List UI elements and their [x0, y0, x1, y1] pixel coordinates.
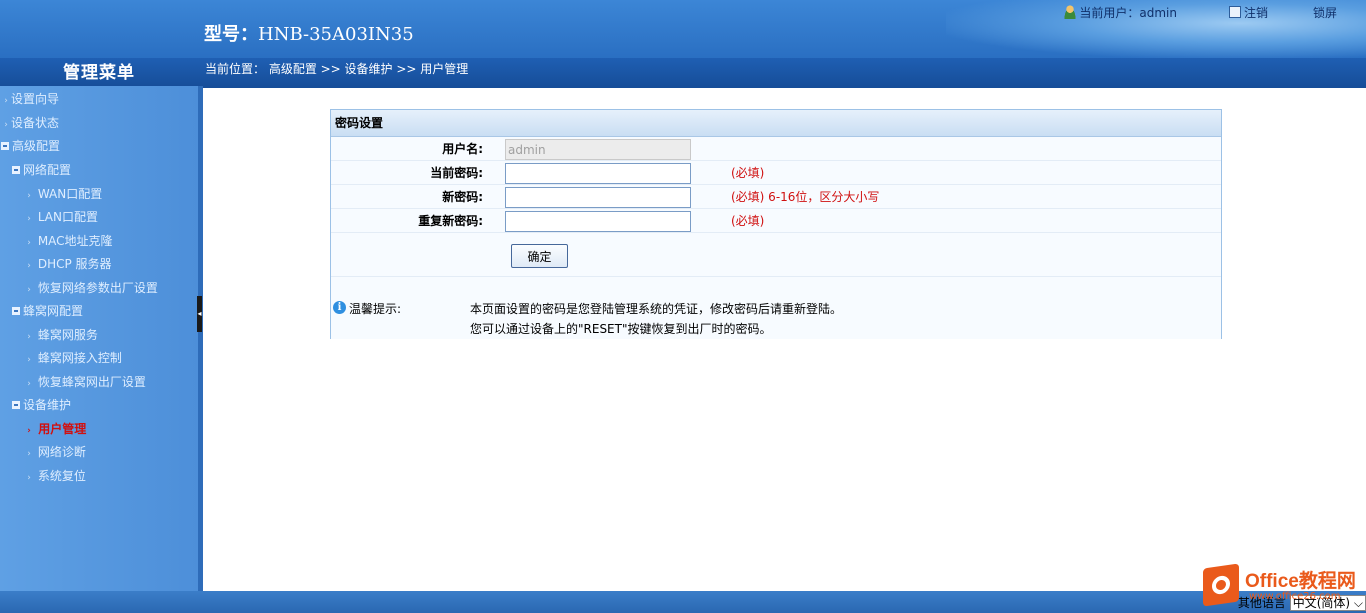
sidebar-item-dhcp-server[interactable]: › DHCP 服务器: [0, 253, 111, 275]
repeat-password-row: 重复新密码: (必填): [331, 209, 1221, 233]
watermark: Office教程网 www.office26.com: [1203, 563, 1363, 607]
lock-screen-link[interactable]: 锁屏: [1313, 4, 1337, 21]
arrow-right-icon: ›: [27, 238, 31, 248]
arrow-right-icon: ›: [27, 379, 31, 389]
sidebar-item-device-maintenance[interactable]: 设备维护: [0, 394, 71, 416]
panel-title: 密码设置: [331, 110, 1221, 137]
model-value: HNB-35A03IN35: [258, 24, 414, 45]
repeat-password-input[interactable]: [505, 211, 691, 232]
arrow-right-icon: ›: [27, 332, 31, 342]
watermark-brand: Office教程网: [1245, 571, 1356, 592]
collapse-icon: [12, 401, 20, 409]
arrow-right-icon: ›: [27, 191, 31, 201]
top-header: 型号：HNB-35A03IN35 当前用户：admin 注销 锁屏: [0, 0, 1366, 58]
tips-section: i 温馨提示: 本页面设置的密码是您登陆管理系统的凭证，修改密码后请重新登陆。 …: [331, 277, 1221, 339]
username-row: 用户名:: [331, 137, 1221, 161]
breadcrumb: 当前位置： 高级配置 >> 设备维护 >> 用户管理: [205, 62, 469, 76]
footer-bar: 其他语言 中文(简体) ⌵: [0, 591, 1366, 613]
current-password-label: 当前密码:: [430, 166, 483, 180]
sidebar-item-advanced-config[interactable]: 高级配置: [0, 135, 60, 157]
arrow-right-icon: ›: [27, 426, 31, 436]
arrow-right-icon: ›: [27, 214, 31, 224]
arrow-right-icon: ›: [4, 120, 8, 130]
watermark-url: www.office26.com: [1249, 591, 1341, 602]
password-settings-panel: 密码设置 用户名: 当前密码: (必填) 新密码: (必填) 6-16位，区分大…: [330, 109, 1222, 339]
arrow-right-icon: ›: [27, 285, 31, 295]
sidebar-item-setup-wizard[interactable]: › 设置向导: [0, 88, 59, 110]
user-icon: [1063, 5, 1078, 19]
new-password-label: 新密码:: [442, 190, 483, 204]
confirm-button[interactable]: 确定: [511, 244, 568, 268]
sidebar-splitter[interactable]: [198, 86, 203, 591]
device-model: 型号：HNB-35A03IN35: [204, 20, 414, 46]
menu-title: 管理菜单: [63, 63, 135, 83]
repeat-password-required: (必填): [731, 214, 765, 228]
current-user: 当前用户：admin: [1063, 4, 1177, 21]
sidebar-item-mac-clone[interactable]: › MAC地址克隆: [0, 230, 112, 252]
title-bar: 管理菜单 当前位置： 高级配置 >> 设备维护 >> 用户管理: [0, 58, 1366, 88]
logout-link[interactable]: 注销: [1228, 4, 1268, 21]
sidebar-item-wan-config[interactable]: › WAN口配置: [0, 183, 102, 205]
collapse-icon: [12, 307, 20, 315]
tips-label: 温馨提示:: [349, 302, 402, 316]
model-label: 型号：: [204, 24, 258, 45]
collapse-icon: [12, 166, 20, 174]
current-password-required: (必填): [731, 166, 765, 180]
collapse-icon: [1, 142, 9, 150]
sidebar-item-network-diagnosis[interactable]: › 网络诊断: [0, 441, 86, 463]
arrow-right-icon: ›: [27, 355, 31, 365]
repeat-password-label: 重复新密码:: [418, 214, 483, 228]
tip-line-2: 您可以通过设备上的"RESET"按键恢复到出厂时的密码。: [470, 322, 772, 336]
arrow-right-icon: ›: [27, 449, 31, 459]
current-password-row: 当前密码: (必填): [331, 161, 1221, 185]
arrow-right-icon: ›: [4, 96, 8, 106]
sidebar-item-device-status[interactable]: › 设备状态: [0, 112, 59, 134]
current-password-input[interactable]: [505, 163, 691, 184]
sidebar-item-system-reset[interactable]: › 系统复位: [0, 465, 86, 487]
username-label: 用户名:: [442, 142, 483, 156]
new-password-input[interactable]: [505, 187, 691, 208]
sidebar-item-cellular-access[interactable]: › 蜂窝网接入控制: [0, 347, 122, 369]
sidebar-item-cellular-config[interactable]: 蜂窝网配置: [0, 300, 83, 322]
sidebar-item-cellular-service[interactable]: › 蜂窝网服务: [0, 324, 98, 346]
username-field: [505, 139, 691, 160]
sidebar-item-lan-config[interactable]: › LAN口配置: [0, 206, 98, 228]
sidebar-item-user-management[interactable]: › 用户管理: [0, 418, 86, 440]
arrow-right-icon: ›: [27, 473, 31, 483]
button-row: 确定: [331, 233, 1221, 277]
logout-icon: [1228, 6, 1241, 18]
collapse-sidebar-handle[interactable]: ◂: [197, 296, 202, 332]
new-password-row: 新密码: (必填) 6-16位，区分大小写: [331, 185, 1221, 209]
tip-line-1: 本页面设置的密码是您登陆管理系统的凭证，修改密码后请重新登陆。: [470, 302, 843, 316]
sidebar-item-restore-network[interactable]: › 恢复网络参数出厂设置: [0, 277, 158, 299]
sidebar-item-restore-cellular[interactable]: › 恢复蜂窝网出厂设置: [0, 371, 146, 393]
arrow-right-icon: ›: [27, 261, 31, 271]
sidebar-menu: › 设置向导 › 设备状态 高级配置 网络配置 › WAN口配置 › LAN口配置 …: [0, 86, 198, 591]
current-user-name: admin: [1139, 6, 1177, 20]
new-password-hint: (必填) 6-16位，区分大小写: [731, 190, 880, 204]
office-logo-icon: [1203, 563, 1239, 607]
sidebar-item-network-config[interactable]: 网络配置: [0, 159, 71, 181]
info-icon: i: [333, 301, 346, 314]
